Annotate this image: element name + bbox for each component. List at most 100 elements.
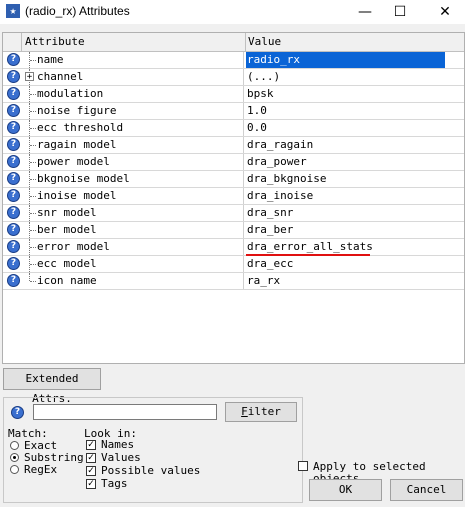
header-attribute[interactable]: Attribute [22, 33, 246, 51]
help-icon[interactable]: ? [7, 87, 20, 100]
table-row[interactable]: ? + channel (...) [3, 69, 464, 86]
help-icon[interactable]: ? [7, 223, 20, 236]
look-in-possible-values-checkbox[interactable]: ✓ [86, 466, 96, 476]
table-row[interactable]: ? icon name ra_rx [3, 273, 464, 290]
help-icon[interactable]: ? [7, 104, 20, 117]
attribute-name: power model [37, 155, 110, 168]
help-icon[interactable]: ? [7, 138, 20, 151]
attribute-name: ragain model [37, 138, 117, 151]
table-row[interactable]: ? error model dra_error_all_stats [3, 239, 464, 256]
help-icon[interactable]: ? [7, 121, 20, 134]
attribute-value[interactable]: (...) [246, 69, 280, 85]
help-icon[interactable]: ? [7, 155, 20, 168]
match-substring-radio[interactable] [10, 453, 19, 462]
tree-branch [30, 196, 36, 197]
look-in-values-checkbox[interactable]: ✓ [86, 453, 96, 463]
tree-branch [30, 264, 36, 265]
minimize-button[interactable]: — [350, 2, 380, 22]
tree-branch [30, 94, 36, 95]
apply-to-selected-checkbox[interactable] [298, 461, 308, 471]
table-row[interactable]: ? snr model dra_snr [3, 205, 464, 222]
column-separator [243, 154, 244, 170]
attribute-name: ber model [37, 223, 97, 236]
table-row[interactable]: ? ragain model dra_ragain [3, 137, 464, 154]
help-icon[interactable]: ? [11, 406, 24, 419]
tree-branch [30, 281, 36, 282]
look-in-option-label: Possible values [101, 464, 201, 477]
maximize-button[interactable]: ☐ [385, 2, 415, 22]
attribute-value[interactable]: dra_snr [246, 205, 293, 221]
help-icon[interactable]: ? [7, 240, 20, 253]
column-separator [243, 52, 244, 68]
look-in-names-checkbox[interactable]: ✓ [86, 440, 96, 450]
attribute-name: bkgnoise model [37, 172, 130, 185]
ok-button[interactable]: OK [309, 479, 382, 501]
help-icon[interactable]: ? [7, 172, 20, 185]
header-icon-column [3, 33, 22, 51]
filter-button-label: ilter [247, 405, 281, 418]
app-icon: ★ [6, 4, 20, 18]
table-rows: ? name radio_rx? + channel (...)? modulation bp… [3, 52, 464, 290]
attribute-value[interactable]: 0.0 [246, 120, 267, 136]
filter-panel: ? Filter Match: Exact Substring RegEx Look… [3, 397, 303, 503]
help-icon[interactable]: ? [7, 70, 20, 83]
help-icon[interactable]: ? [7, 206, 20, 219]
column-separator [243, 256, 244, 272]
cancel-button[interactable]: Cancel [390, 479, 463, 501]
attribute-value[interactable]: dra_error_all_stats [246, 239, 373, 255]
tree-branch [30, 179, 36, 180]
look-in-option-label: Values [101, 451, 141, 464]
help-icon[interactable]: ? [7, 189, 20, 202]
expand-icon[interactable]: + [25, 72, 34, 82]
look-in-tags-checkbox[interactable]: ✓ [86, 479, 96, 489]
attribute-value[interactable]: radio_rx [246, 52, 445, 68]
tree-branch [30, 247, 36, 248]
attribute-table[interactable]: Attribute Value ? name radio_rx? + channel (.… [2, 32, 465, 364]
help-icon[interactable]: ? [7, 53, 20, 66]
tree-line [29, 273, 30, 281]
attribute-value[interactable]: dra_bkgnoise [246, 171, 326, 187]
attribute-name: modulation [37, 87, 104, 100]
table-row[interactable]: ? name radio_rx [3, 52, 464, 69]
attribute-value[interactable]: dra_ecc [246, 256, 293, 272]
close-button[interactable]: ✕ [430, 2, 460, 22]
ok-button-label: OK [338, 483, 353, 496]
filter-button[interactable]: Filter [225, 402, 297, 422]
table-row[interactable]: ? inoise model dra_inoise [3, 188, 464, 205]
match-exact-radio[interactable] [10, 441, 19, 450]
attribute-name: error model [37, 240, 110, 253]
tree-branch [30, 128, 36, 129]
attribute-value[interactable]: dra_inoise [246, 188, 313, 204]
table-row[interactable]: ? ecc model dra_ecc [3, 256, 464, 273]
filter-input[interactable] [33, 404, 217, 420]
column-separator [243, 103, 244, 119]
attribute-name: noise figure [37, 104, 117, 117]
cancel-button-label: Cancel [406, 483, 447, 496]
attribute-value[interactable]: dra_power [246, 154, 307, 170]
attribute-value[interactable]: dra_ber [246, 222, 293, 238]
column-separator [243, 69, 244, 85]
table-row[interactable]: ? power model dra_power [3, 154, 464, 171]
match-option-label: RegEx [24, 463, 58, 476]
header-value[interactable]: Value [245, 33, 465, 51]
attribute-value[interactable]: dra_ragain [246, 137, 313, 153]
attribute-value[interactable]: 1.0 [246, 103, 267, 119]
table-row[interactable]: ? bkgnoise model dra_bkgnoise [3, 171, 464, 188]
look-in-option-label: Names [101, 438, 135, 451]
table-row[interactable]: ? modulation bpsk [3, 86, 464, 103]
title-bar: ★ (radio_rx) Attributes — ☐ ✕ [0, 0, 465, 24]
match-regex-radio[interactable] [10, 465, 19, 474]
attribute-value[interactable]: ra_rx [246, 273, 280, 289]
attribute-value[interactable]: bpsk [246, 86, 274, 102]
table-row[interactable]: ? ecc threshold 0.0 [3, 120, 464, 137]
help-icon[interactable]: ? [7, 274, 20, 287]
table-row[interactable]: ? noise figure 1.0 [3, 103, 464, 120]
window-title: (radio_rx) Attributes [25, 4, 130, 18]
table-row[interactable]: ? ber model dra_ber [3, 222, 464, 239]
extended-attrs-button[interactable]: Extended Attrs. [3, 368, 101, 405]
help-icon[interactable]: ? [7, 257, 20, 270]
column-separator [243, 137, 244, 153]
look-in-option-label: Tags [101, 477, 128, 490]
tree-branch [30, 230, 36, 231]
attribute-name: name [37, 53, 64, 66]
